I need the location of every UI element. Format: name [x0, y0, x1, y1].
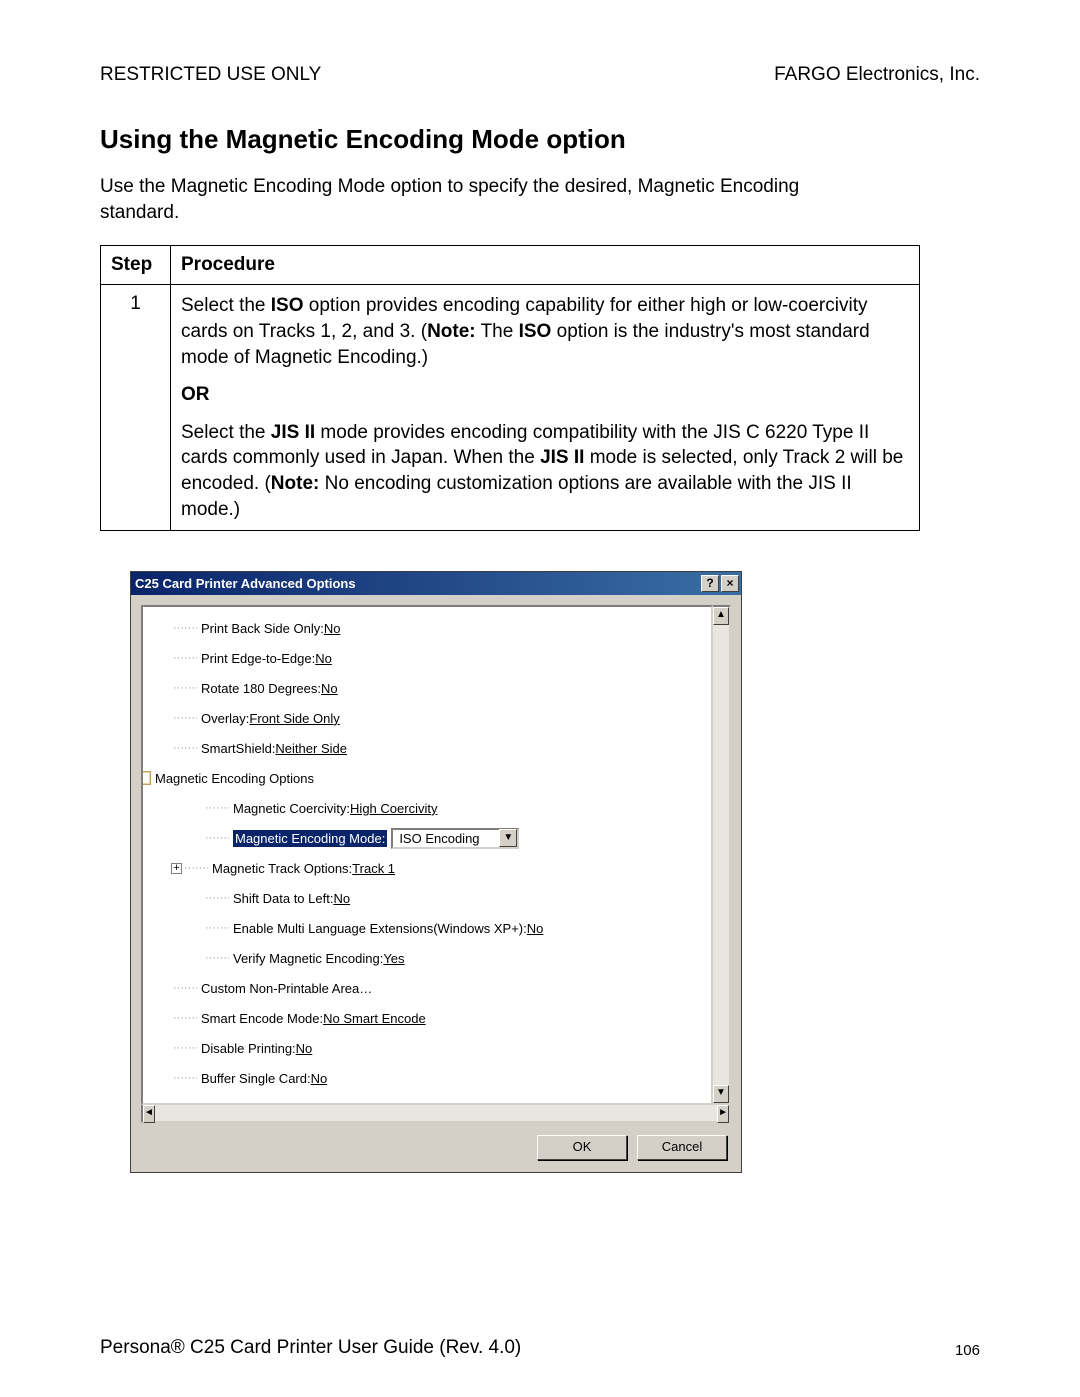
tree-item-disable-print[interactable]: ·········Disable Printing: No — [143, 1033, 711, 1063]
options-tree[interactable]: ·········Print Back Side Only: No ······… — [141, 605, 713, 1105]
step-number: 1 — [101, 285, 171, 531]
or-separator: OR — [181, 382, 909, 408]
tree-item-rotate[interactable]: ·········Rotate 180 Degrees: No — [143, 673, 711, 703]
tree-item-custom-np[interactable]: ·········Custom Non-Printable Area… — [143, 973, 711, 1003]
close-button[interactable]: × — [721, 575, 739, 592]
scroll-track[interactable] — [713, 625, 729, 1085]
tree-item-coercivity[interactable]: ·········Magnetic Coercivity: High Coerc… — [143, 793, 711, 823]
titlebar: C25 Card Printer Advanced Options ? × — [131, 572, 741, 595]
procedure-table: Step Procedure 1 Select the ISO option p… — [100, 245, 920, 531]
tree-item-shift-data[interactable]: ·········Shift Data to Left: No — [143, 883, 711, 913]
header-left: RESTRICTED USE ONLY — [100, 64, 321, 86]
col-step: Step — [101, 246, 171, 285]
page-number: 106 — [955, 1342, 980, 1359]
help-button[interactable]: ? — [701, 575, 719, 592]
tree-item-smartshield[interactable]: ·········SmartShield: Neither Side — [143, 733, 711, 763]
scroll-right-icon[interactable]: ► — [717, 1105, 729, 1123]
tree-item-overlay[interactable]: ·········Overlay: Front Side Only — [143, 703, 711, 733]
hscroll-track[interactable] — [155, 1105, 717, 1121]
tree-item-encoding-mode[interactable]: ·········Magnetic Encoding Mode: ISO Enc… — [143, 823, 711, 853]
dialog-title: C25 Card Printer Advanced Options — [135, 576, 699, 591]
tree-item-calibrate[interactable]: ·········Calibrate… — [143, 1093, 711, 1105]
scroll-up-icon[interactable]: ▲ — [713, 607, 729, 625]
header-right: FARGO Electronics, Inc. — [774, 64, 980, 86]
scroll-down-icon[interactable]: ▼ — [713, 1085, 729, 1103]
expand-icon[interactable]: + — [171, 863, 182, 874]
tree-item-multilang[interactable]: ·········Enable Multi Language Extension… — [143, 913, 711, 943]
tree-item-buffer[interactable]: ·········Buffer Single Card: No — [143, 1063, 711, 1093]
vertical-scrollbar[interactable]: ▲ ▼ — [713, 605, 731, 1105]
folder-icon — [141, 771, 151, 785]
tree-item-verify[interactable]: ·········Verify Magnetic Encoding: Yes — [143, 943, 711, 973]
procedure-cell: Select the ISO option provides encoding … — [171, 285, 920, 531]
tree-item-print-edge[interactable]: ·········Print Edge-to-Edge: No — [143, 643, 711, 673]
scroll-left-icon[interactable]: ◄ — [143, 1105, 155, 1123]
cancel-button[interactable]: Cancel — [637, 1135, 727, 1160]
ok-button[interactable]: OK — [537, 1135, 627, 1160]
selected-label: Magnetic Encoding Mode: — [233, 830, 387, 847]
page-title: Using the Magnetic Encoding Mode option — [100, 124, 980, 155]
tree-item-smart-encode[interactable]: ·········Smart Encode Mode: No Smart Enc… — [143, 1003, 711, 1033]
col-procedure: Procedure — [171, 246, 920, 285]
encoding-mode-combo[interactable]: ISO Encoding ▼ — [391, 828, 519, 849]
horizontal-scrollbar[interactable]: ◄ ► — [141, 1105, 731, 1123]
tree-item-track-options[interactable]: +·········Magnetic Track Options: Track … — [143, 853, 711, 883]
page-footer: Persona® C25 Card Printer User Guide (Re… — [100, 1337, 980, 1359]
tree-item-print-back[interactable]: ·········Print Back Side Only: No — [143, 613, 711, 643]
tree-item-magnetic-options[interactable]: Magnetic Encoding Options — [143, 763, 711, 793]
advanced-options-dialog: C25 Card Printer Advanced Options ? × ··… — [130, 571, 742, 1173]
intro-text: Use the Magnetic Encoding Mode option to… — [100, 174, 860, 225]
page-header: RESTRICTED USE ONLY FARGO Electronics, I… — [100, 64, 980, 86]
combo-value: ISO Encoding — [393, 831, 499, 846]
chevron-down-icon[interactable]: ▼ — [499, 829, 517, 847]
footer-left: Persona® C25 Card Printer User Guide (Re… — [100, 1337, 521, 1359]
